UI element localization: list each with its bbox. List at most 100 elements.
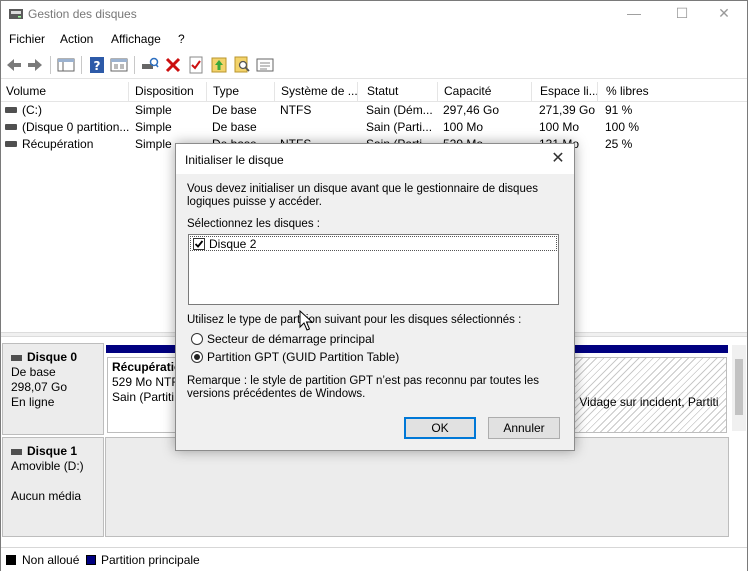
dialog-close-icon[interactable]: ✕ — [548, 149, 568, 169]
toolbar-separator — [134, 56, 135, 74]
cell-capacity: 297,46 Go — [443, 103, 500, 117]
folder-up-icon[interactable] — [209, 55, 229, 75]
volume-icon — [5, 141, 17, 147]
toolbar-separator — [81, 56, 82, 74]
cell-free-space: 100 Mo — [539, 120, 580, 134]
cell-filesystem — [275, 119, 361, 136]
disk-1-media: Aucun média — [11, 489, 82, 503]
cancel-button[interactable]: Annuler — [488, 417, 560, 439]
legend-primary-label: Partition principale — [101, 553, 200, 567]
cell-disposition: Simple — [135, 120, 172, 134]
menu-help[interactable]: ? — [178, 32, 185, 46]
disk-0-type: De base — [11, 365, 56, 379]
mbr-radio-label[interactable]: Secteur de démarrage principal — [207, 333, 374, 346]
maximize-button[interactable]: ☐ — [659, 1, 705, 28]
column-header-status[interactable]: Statut — [362, 82, 438, 102]
initialize-disk-dialog: Initialiser le disque ✕ Vous devez initi… — [175, 143, 575, 451]
cell-capacity: 100 Mo — [443, 120, 484, 134]
disk-selection-list[interactable]: Disque 2 — [188, 234, 559, 305]
cell-status: Sain (Parti... — [366, 120, 433, 134]
ok-button[interactable]: OK — [404, 417, 476, 439]
forward-arrow-icon[interactable] — [25, 55, 45, 75]
radio-selected-dot — [194, 354, 200, 360]
table-row[interactable]: (Disque 0 partition... Simple De base Sa… — [1, 119, 747, 136]
checkmark-icon — [194, 240, 204, 248]
minimize-button[interactable]: — — [611, 1, 657, 28]
cell-volume: (Disque 0 partition... — [22, 120, 129, 134]
disk-0-recovery-partition[interactable]: Récupératio 529 Mo NTF Sain (Partiti — [107, 357, 177, 433]
column-header-free-space[interactable]: Espace li... — [535, 82, 598, 102]
partition-status: Sain (Partiti — [112, 390, 175, 404]
disk-1-label[interactable]: Disque 1 Amovible (D:) Aucun média — [2, 437, 104, 537]
partition-size: 529 Mo NTF — [112, 375, 177, 389]
disk-1-name: Disque 1 — [27, 444, 78, 458]
partition-status-right: e, Vidage sur incident, Partiti — [566, 395, 719, 409]
back-arrow-icon[interactable] — [4, 55, 24, 75]
disk-management-app-icon — [9, 9, 23, 19]
column-header-type[interactable]: Type — [208, 82, 275, 102]
settings-icon[interactable] — [255, 55, 275, 75]
dialog-intro-text: Vous devez initialiser un disque avant q… — [187, 183, 538, 208]
column-header-volume[interactable]: Volume — [1, 82, 129, 102]
connect-icon[interactable] — [140, 55, 160, 75]
disk-0-size: 298,07 Go — [11, 380, 68, 394]
disk-2-list-item[interactable]: Disque 2 — [190, 236, 557, 251]
disk-0-name: Disque 0 — [27, 350, 78, 364]
search-icon[interactable] — [232, 55, 252, 75]
disk-0-status: En ligne — [11, 395, 55, 409]
volume-icon — [5, 107, 17, 113]
disk-2-checkbox[interactable] — [193, 238, 205, 250]
disk-0-system-partition[interactable]: e, Vidage sur incident, Partiti — [561, 357, 727, 433]
console-tree-icon[interactable] — [56, 55, 76, 75]
window-title: Gestion des disques — [28, 7, 137, 21]
menu-affichage[interactable]: Affichage — [111, 32, 161, 46]
column-header-disposition[interactable]: Disposition — [130, 82, 207, 102]
dialog-title-bar: Initialiser le disque ✕ — [176, 144, 574, 174]
toolbar-separator — [50, 56, 51, 74]
title-bar: Gestion des disques — ☐ ✕ — [1, 1, 747, 28]
partition-title: Récupératio — [112, 360, 177, 374]
toolbar: ? — [1, 51, 747, 79]
cell-volume: (C:) — [22, 103, 42, 117]
cell-percent-free: 91 % — [605, 103, 633, 117]
cell-disposition: Simple — [135, 103, 172, 117]
mouse-cursor-icon — [299, 310, 313, 331]
cell-type: De base — [212, 120, 257, 134]
column-header-filesystem[interactable]: Système de ... — [276, 82, 358, 102]
cell-type: De base — [212, 103, 257, 117]
column-header-capacity[interactable]: Capacité — [439, 82, 532, 102]
cell-status: Sain (Dém... — [366, 103, 433, 117]
delete-icon[interactable] — [163, 55, 183, 75]
close-button[interactable]: ✕ — [701, 1, 747, 28]
mbr-radio[interactable] — [191, 333, 203, 345]
graph-scrollbar[interactable] — [732, 345, 746, 431]
help-icon[interactable]: ? — [87, 55, 107, 75]
select-disks-label: Sélectionnez les disques : — [187, 218, 320, 230]
cell-percent-free: 100 % — [605, 120, 640, 134]
legend-primary-swatch — [86, 555, 96, 565]
checkmark-icon[interactable] — [186, 55, 206, 75]
legend-unallocated-label: Non alloué — [22, 553, 80, 567]
disk-1-type: Amovible (D:) — [11, 459, 84, 473]
scrollbar-thumb[interactable] — [735, 359, 743, 415]
table-row[interactable]: (C:) Simple De base NTFS Sain (Dém... 29… — [1, 102, 747, 119]
gpt-radio-label[interactable]: Partition GPT (GUID Partition Table) — [207, 351, 399, 364]
cell-percent-free: 25 % — [605, 137, 633, 151]
partition-style-prompt: Utilisez le type de partition suivant po… — [187, 314, 522, 326]
properties-icon[interactable] — [109, 55, 129, 75]
cell-filesystem: NTFS — [280, 103, 312, 117]
disk-1-area — [105, 437, 729, 537]
disk-2-label: Disque 2 — [209, 237, 257, 251]
cell-free-space: 271,39 Go — [539, 103, 596, 117]
menu-fichier[interactable]: Fichier — [9, 32, 45, 46]
disk-0-label[interactable]: Disque 0 De base 298,07 Go En ligne — [2, 343, 104, 435]
cell-volume: Récupération — [22, 137, 94, 151]
menu-bar: Fichier Action Affichage ? — [1, 29, 747, 50]
volume-list-header: Volume Disposition Type Système de ... S… — [1, 82, 747, 102]
column-header-percent-free[interactable]: % libres — [601, 82, 747, 102]
disk-icon — [11, 448, 22, 455]
volume-icon — [5, 124, 17, 130]
dialog-title: Initialiser le disque — [185, 153, 284, 167]
menu-action[interactable]: Action — [60, 32, 93, 46]
gpt-radio[interactable] — [191, 351, 203, 363]
